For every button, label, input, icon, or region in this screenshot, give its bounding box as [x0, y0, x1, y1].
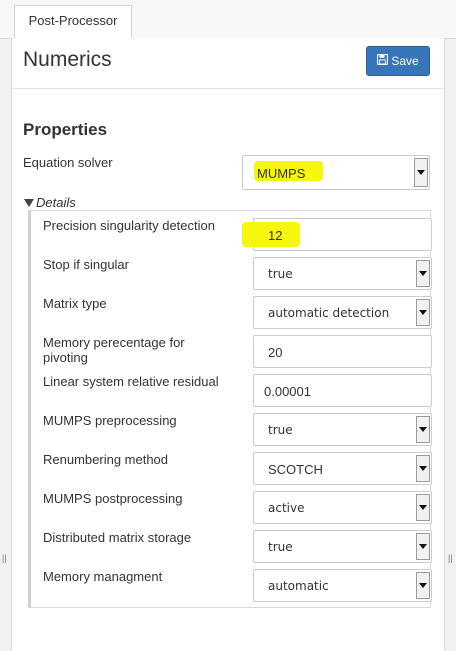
panel-header: Numerics Save [12, 38, 444, 89]
memory-management-label: Memory managment [43, 569, 163, 584]
renumbering-method-select[interactable]: SCOTCH [253, 452, 432, 485]
dropdown-arrow-icon [416, 455, 430, 482]
dropdown-arrow-icon [416, 494, 430, 521]
save-button[interactable]: Save [366, 46, 430, 76]
caret-down-icon [24, 198, 34, 207]
matrix-type-select[interactable]: automatic detection [253, 296, 432, 329]
linear-residual-input[interactable]: 0.00001 [253, 374, 432, 407]
distributed-storage-value: true [268, 540, 293, 554]
dropdown-arrow-icon [416, 299, 430, 326]
precision-singularity-label: Precision singularity detection [43, 218, 215, 233]
memory-percentage-input[interactable]: 20 [253, 335, 432, 368]
mumps-preprocessing-select[interactable]: true [253, 413, 432, 446]
dropdown-arrow-icon [414, 158, 428, 187]
memory-percentage-value: 20 [268, 345, 283, 360]
floppy-disk-icon [377, 53, 389, 68]
dropdown-arrow-icon [416, 416, 430, 443]
mumps-preprocessing-label: MUMPS preprocessing [43, 413, 177, 428]
memory-management-select[interactable]: automatic [253, 569, 432, 602]
details-section: Precision singularity detection 12 Stop … [28, 210, 432, 608]
page-title: Numerics [23, 48, 112, 71]
details-toggle[interactable]: Details [24, 195, 76, 210]
distributed-storage-select[interactable]: true [253, 530, 432, 563]
equation-solver-select[interactable]: MUMPS [242, 155, 430, 190]
matrix-type-value: automatic detection [268, 306, 390, 320]
right-resize-handle-icon[interactable]: || [448, 553, 453, 563]
renumbering-method-value: SCOTCH [268, 462, 323, 477]
save-button-label: Save [391, 54, 419, 68]
dropdown-arrow-icon [416, 572, 430, 599]
matrix-type-label: Matrix type [43, 296, 107, 311]
details-toggle-label: Details [36, 195, 76, 210]
left-resize-handle-icon[interactable]: || [2, 553, 7, 563]
equation-solver-value: MUMPS [257, 166, 306, 181]
memory-management-value: automatic [268, 579, 329, 593]
tab-bar: Post-Processor [0, 0, 456, 39]
linear-residual-label: Linear system relative residual [43, 374, 219, 389]
tab-post-processor[interactable]: Post-Processor [14, 5, 132, 38]
mumps-postprocessing-label: MUMPS postprocessing [43, 491, 183, 506]
mumps-preprocessing-value: true [268, 423, 293, 437]
dropdown-arrow-icon [416, 533, 430, 560]
stop-if-singular-select[interactable]: true [253, 257, 432, 290]
precision-singularity-input[interactable]: 12 [242, 218, 432, 251]
linear-residual-value: 0.00001 [264, 384, 311, 399]
dropdown-arrow-icon [416, 260, 430, 287]
mumps-postprocessing-value: active [268, 501, 305, 515]
distributed-storage-label: Distributed matrix storage [43, 530, 192, 545]
memory-percentage-label: Memory perecentage for pivoting [43, 335, 185, 365]
properties-heading: Properties [23, 120, 108, 139]
equation-solver-label: Equation solver [23, 155, 113, 170]
stop-if-singular-label: Stop if singular [43, 257, 129, 272]
stop-if-singular-value: true [268, 267, 293, 281]
mumps-postprocessing-select[interactable]: active [253, 491, 432, 524]
renumbering-method-label: Renumbering method [43, 452, 169, 467]
numerics-panel: Numerics Save Properties Equation solver… [11, 38, 445, 651]
precision-singularity-value: 12 [268, 228, 283, 243]
